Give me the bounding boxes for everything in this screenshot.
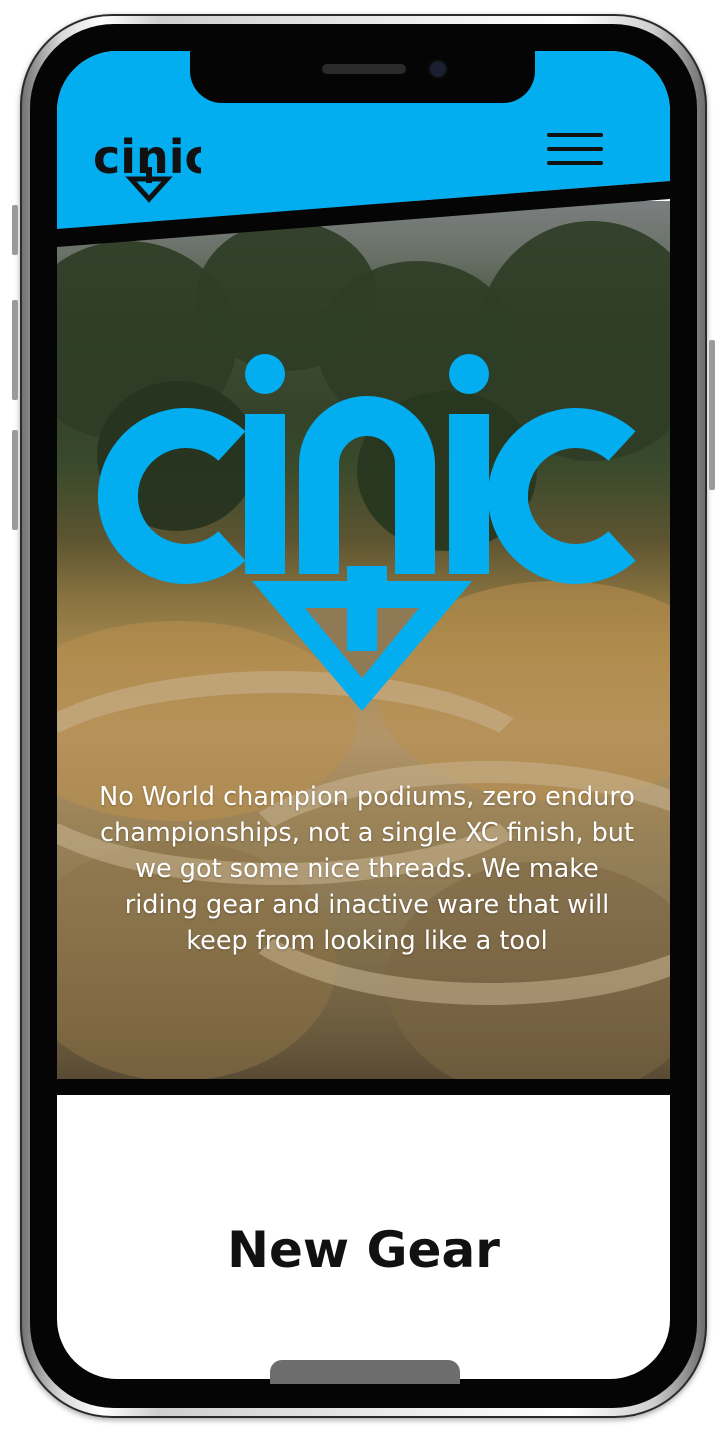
phone-notch	[190, 51, 535, 103]
screen: cinic No World champion podiums, zero en…	[57, 51, 670, 1379]
side-button-volume-down	[12, 430, 18, 530]
hamburger-line	[547, 161, 603, 165]
section-title-new-gear: New Gear	[227, 1220, 500, 1279]
cinic-logo-small-icon[interactable]: cinic	[91, 127, 201, 205]
side-button-power	[709, 340, 715, 490]
earpiece-speaker	[322, 64, 406, 74]
hamburger-line	[547, 133, 603, 137]
front-camera-icon	[430, 61, 446, 77]
home-indicator	[270, 1360, 460, 1384]
hamburger-menu-icon[interactable]	[547, 133, 603, 167]
hero-bottom-divider	[57, 1079, 670, 1095]
side-button-volume-up	[12, 300, 18, 400]
hero-description: No World champion podiums, zero enduro c…	[99, 782, 635, 956]
cinic-logo-large-icon	[97, 354, 636, 711]
side-button-mute	[12, 205, 18, 255]
hamburger-line	[547, 147, 603, 151]
hero-section: No World champion podiums, zero enduro c…	[57, 201, 670, 1089]
